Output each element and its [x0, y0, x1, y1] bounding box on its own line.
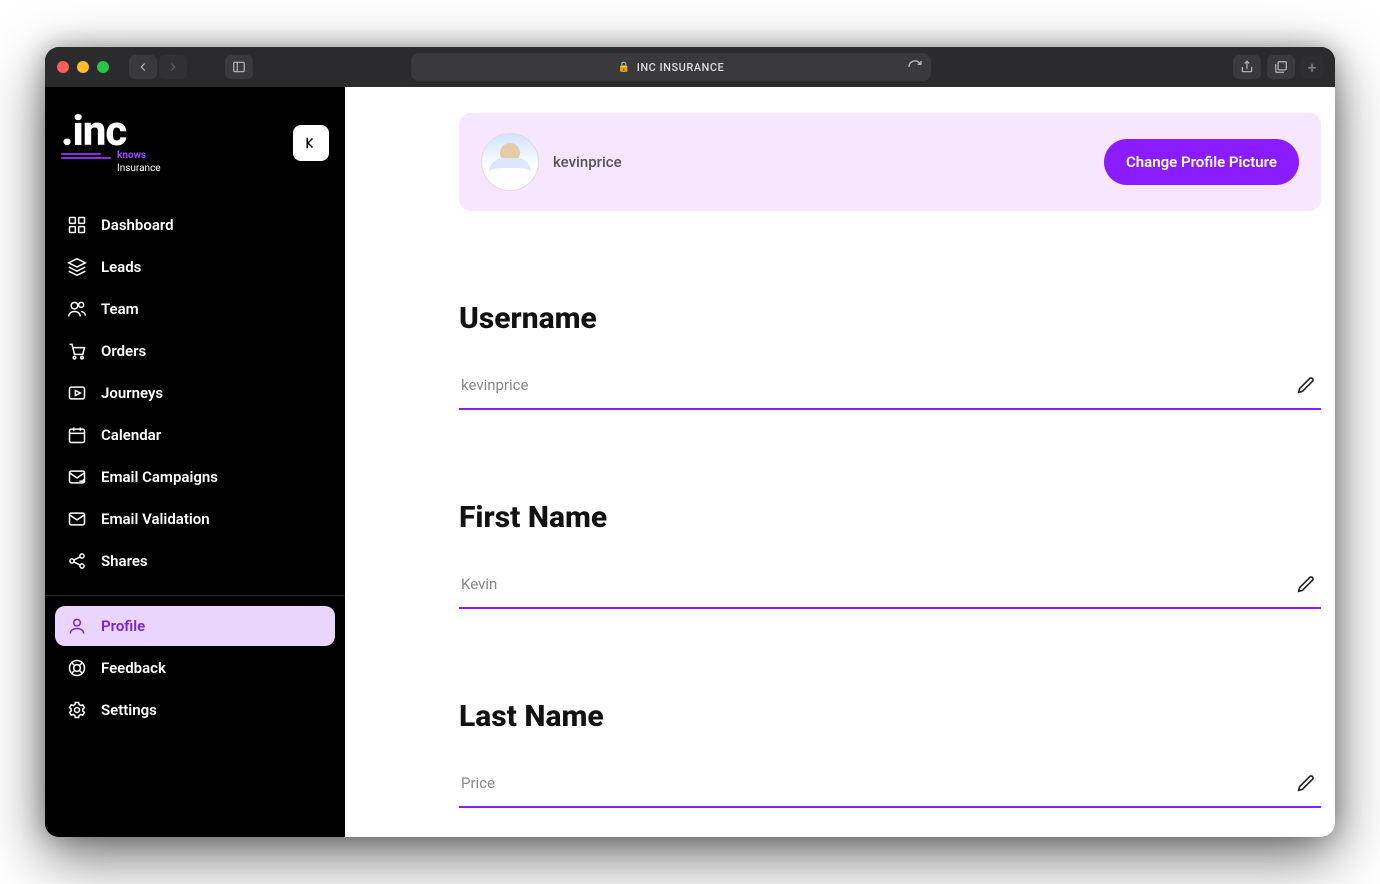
- lock-icon: 🔒: [618, 62, 631, 73]
- back-button[interactable]: [129, 55, 157, 79]
- sidebar-item-calendar[interactable]: Calendar: [55, 415, 335, 455]
- logo-area: .inc knowsInsurance: [55, 105, 335, 201]
- sidebar-item-label: Journeys: [101, 384, 163, 402]
- sidebar-item-label: Orders: [101, 342, 146, 360]
- sidebar-item-label: Feedback: [101, 659, 166, 677]
- sidebar-item-label: Profile: [101, 617, 145, 635]
- close-window-button[interactable]: [57, 61, 69, 73]
- browser-window: 🔒 INC INSURANCE + .inc knowsInsurance: [45, 47, 1335, 837]
- sidebar-item-journeys[interactable]: Journeys: [55, 373, 335, 413]
- edit-first-name-button[interactable]: [1293, 571, 1319, 597]
- nav-primary: Dashboard Leads Team Orders Journeys: [55, 205, 335, 581]
- profile-username: kevinprice: [553, 153, 622, 171]
- tabs-button[interactable]: [1267, 55, 1295, 79]
- field-label: First Name: [459, 500, 1321, 535]
- logo: .inc knowsInsurance: [61, 111, 161, 175]
- first-name-input[interactable]: Kevin: [461, 575, 1293, 593]
- field-label: Username: [459, 301, 1321, 336]
- mail-icon: [67, 509, 87, 529]
- lifebuoy-icon: [67, 658, 87, 678]
- sidebar-toggle-button[interactable]: [225, 55, 253, 79]
- address-bar[interactable]: 🔒 INC INSURANCE: [411, 53, 931, 81]
- reload-button[interactable]: [907, 59, 923, 75]
- field-last-name: Last Name Price: [459, 699, 1321, 808]
- share-icon: [67, 551, 87, 571]
- last-name-input[interactable]: Price: [461, 774, 1293, 792]
- cart-icon: [67, 341, 87, 361]
- share-button[interactable]: [1233, 55, 1261, 79]
- mail-send-icon: [67, 467, 87, 487]
- sidebar-item-profile[interactable]: Profile: [55, 606, 335, 646]
- sidebar-item-team[interactable]: Team: [55, 289, 335, 329]
- username-input[interactable]: kevinprice: [461, 376, 1293, 394]
- calendar-icon: [67, 425, 87, 445]
- play-square-icon: [67, 383, 87, 403]
- sidebar-item-label: Settings: [101, 701, 157, 719]
- url-text: INC INSURANCE: [637, 61, 725, 74]
- edit-username-button[interactable]: [1293, 372, 1319, 398]
- minimize-window-button[interactable]: [77, 61, 89, 73]
- sidebar-item-settings[interactable]: Settings: [55, 690, 335, 730]
- sidebar-item-leads[interactable]: Leads: [55, 247, 335, 287]
- edit-last-name-button[interactable]: [1293, 770, 1319, 796]
- logo-tag1: knows: [117, 150, 146, 161]
- traffic-lights: [57, 61, 109, 73]
- field-first-name: First Name Kevin: [459, 500, 1321, 609]
- maximize-window-button[interactable]: [97, 61, 109, 73]
- sidebar-item-email-campaigns[interactable]: Email Campaigns: [55, 457, 335, 497]
- user-icon: [67, 616, 87, 636]
- sidebar-item-label: Team: [101, 300, 139, 318]
- users-icon: [67, 299, 87, 319]
- sidebar-item-label: Leads: [101, 258, 141, 276]
- nav-secondary: Profile Feedback Settings: [55, 606, 335, 730]
- sidebar-item-label: Dashboard: [101, 216, 174, 234]
- field-username: Username kevinprice: [459, 301, 1321, 410]
- sidebar-item-label: Calendar: [101, 426, 161, 444]
- sidebar-item-email-validation[interactable]: Email Validation: [55, 499, 335, 539]
- forward-button[interactable]: [159, 55, 187, 79]
- main-content: kevinprice Change Profile Picture Userna…: [345, 87, 1335, 837]
- sidebar-item-label: Email Campaigns: [101, 468, 218, 486]
- sidebar: .inc knowsInsurance Dashboard L: [45, 87, 345, 837]
- layers-icon: [67, 257, 87, 277]
- gear-icon: [67, 700, 87, 720]
- sidebar-item-label: Email Validation: [101, 510, 210, 528]
- nav-divider: [45, 595, 345, 596]
- collapse-sidebar-button[interactable]: [293, 125, 329, 161]
- sidebar-item-orders[interactable]: Orders: [55, 331, 335, 371]
- grid-icon: [67, 215, 87, 235]
- field-label: Last Name: [459, 699, 1321, 734]
- app-body: .inc knowsInsurance Dashboard L: [45, 87, 1335, 837]
- sidebar-item-shares[interactable]: Shares: [55, 541, 335, 581]
- change-profile-picture-button[interactable]: Change Profile Picture: [1104, 139, 1299, 185]
- avatar: [481, 133, 539, 191]
- logo-tag2: Insurance: [117, 163, 161, 174]
- profile-header-card: kevinprice Change Profile Picture: [459, 113, 1321, 211]
- new-tab-button[interactable]: +: [1301, 56, 1323, 78]
- browser-chrome: 🔒 INC INSURANCE +: [45, 47, 1335, 87]
- sidebar-item-feedback[interactable]: Feedback: [55, 648, 335, 688]
- sidebar-item-dashboard[interactable]: Dashboard: [55, 205, 335, 245]
- sidebar-item-label: Shares: [101, 552, 148, 570]
